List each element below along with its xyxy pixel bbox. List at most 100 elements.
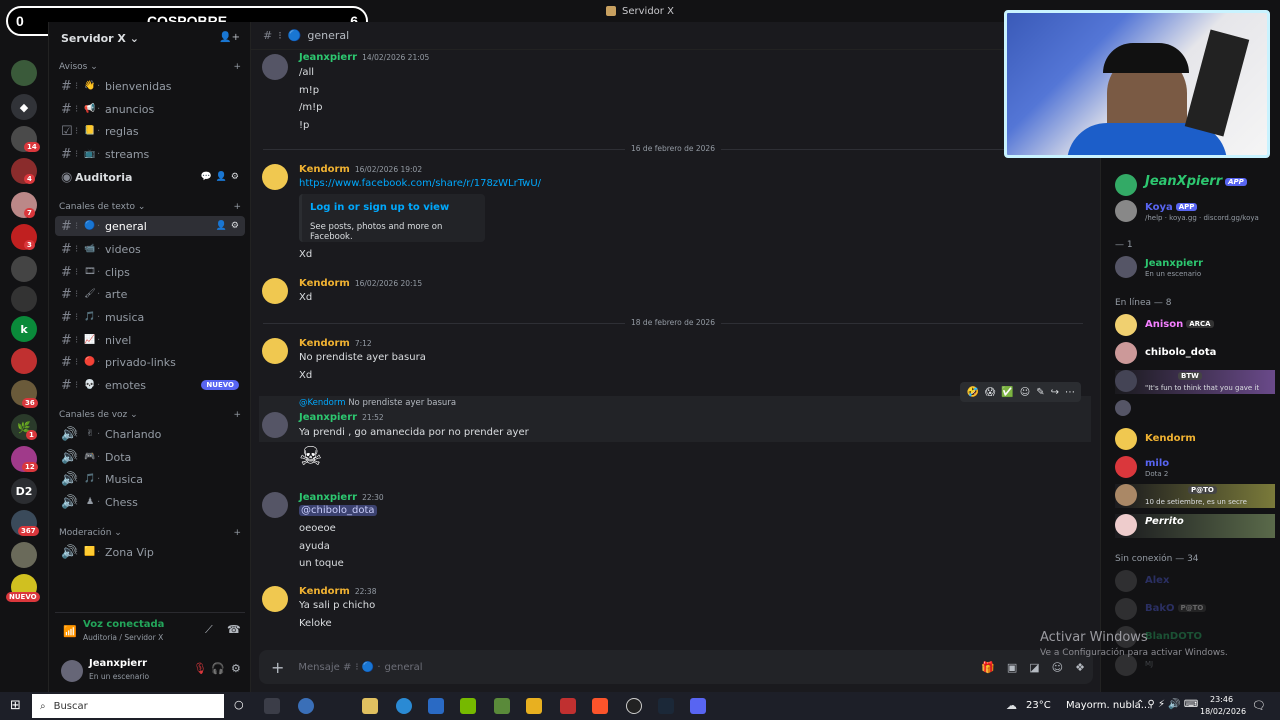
user-mention[interactable]: @chibolo_dota: [299, 505, 377, 516]
message-author[interactable]: Kendorm 22:38: [299, 586, 376, 597]
app-icon[interactable]: [298, 698, 314, 714]
nvidia-icon[interactable]: [460, 698, 476, 714]
avatar[interactable]: [61, 660, 83, 682]
member-item[interactable]: chibolo_dota: [1115, 342, 1275, 366]
channel-clips[interactable]: # ⁝ 🎞 · clips: [55, 262, 245, 282]
avatar[interactable]: [262, 586, 288, 612]
invite-icon[interactable]: 👤: [216, 172, 227, 182]
weather-icon[interactable]: ☁: [1006, 699, 1017, 712]
member-item[interactable]: [1115, 400, 1275, 424]
add-member-icon[interactable]: 👤+: [219, 32, 240, 43]
voice-channel-musica[interactable]: 🔊 ⁝ 🎵 · Musica: [55, 469, 245, 489]
server-icon[interactable]: [11, 256, 37, 282]
member-item[interactable]: Jeanxpierr En un escenario: [1115, 256, 1275, 280]
channel-anuncios[interactable]: # ⁝ 📢 · anuncios: [55, 99, 245, 119]
message-author[interactable]: Kendorm 16/02/2026 19:02: [299, 164, 422, 175]
avatar[interactable]: [262, 412, 288, 438]
voice-channel-zona-vip[interactable]: 🔊 ⁝ 🟨 · Zona Vip: [55, 542, 245, 562]
embed-title[interactable]: Log in or sign up to view: [310, 202, 449, 213]
message-author[interactable]: Jeanxpierr 21:52: [299, 412, 384, 423]
gift-icon[interactable]: 🎁: [981, 661, 995, 674]
message-hovered[interactable]: @Kendorm No prendiste ayer basura Jeanxp…: [259, 382, 1091, 442]
noise-suppression-icon[interactable]: ⟋: [205, 623, 213, 637]
category-voice[interactable]: Canales de voz ⌄ +: [59, 410, 241, 420]
store-icon[interactable]: [362, 698, 378, 714]
reply-preview[interactable]: @Kendorm No prendiste ayer basura: [299, 398, 456, 408]
add-channel-icon[interactable]: +: [233, 62, 241, 72]
member-item[interactable]: Kendorm: [1115, 428, 1275, 452]
server-icon[interactable]: k: [11, 316, 37, 342]
channel-privado-links[interactable]: # ⁝ 🔴 · privado-links: [55, 352, 245, 372]
obs-icon[interactable]: [626, 698, 642, 714]
member-item[interactable]: BTW "It's fun to think that you gave it: [1115, 370, 1275, 394]
discord-icon[interactable]: [690, 698, 706, 714]
mail-icon[interactable]: [428, 698, 444, 714]
invite-icon[interactable]: 👤: [216, 221, 227, 231]
channel-bienvenidas[interactable]: # ⁝ 👋 · bienvenidas: [55, 76, 245, 96]
channel-musica[interactable]: # ⁝ 🎵 · musica: [55, 307, 245, 327]
message-author[interactable]: Jeanxpierr 14/02/2026 21:05: [299, 52, 429, 63]
gear-icon[interactable]: ⚙: [231, 172, 239, 182]
channel-emotes[interactable]: # ⁝ 💀 · emotes NUEVO: [55, 375, 245, 395]
more-icon[interactable]: ⋯: [1065, 387, 1075, 398]
cortana-icon[interactable]: ○: [234, 698, 244, 711]
voice-location[interactable]: Auditoria / Servidor X: [83, 633, 163, 642]
member-item[interactable]: P@TO 10 de setiembre, es un secre: [1115, 484, 1275, 508]
avatar[interactable]: [262, 278, 288, 304]
tray-icons[interactable]: ⌃ ⚲ ⚡ 🔊 ⌨: [1136, 699, 1198, 710]
windows-start-icon[interactable]: ⊞: [10, 698, 21, 713]
message-composer[interactable]: + Mensaje # ⁝ 🔵 · general 🎁 ▣ ◪ ☺ ❖: [259, 650, 1093, 684]
category-avisos[interactable]: Avisos ⌄ +: [59, 62, 241, 72]
member-item[interactable]: milo Dota 2: [1115, 456, 1275, 480]
clock-date[interactable]: 18/02/2026: [1200, 707, 1246, 716]
avatar[interactable]: [262, 54, 288, 80]
voice-channel-charlando[interactable]: 🔊 ⁝ ✌ · Charlando: [55, 424, 245, 444]
add-channel-icon[interactable]: +: [233, 528, 241, 538]
reaction-check-icon[interactable]: ✅: [1001, 387, 1013, 398]
channel-nivel[interactable]: # ⁝ 📈 · nivel: [55, 330, 245, 350]
sticker[interactable]: ☠: [299, 442, 322, 472]
channel-arte[interactable]: # ⁝ 🖌 · arte: [55, 284, 245, 304]
add-attachment-icon[interactable]: +: [271, 658, 284, 677]
message-author[interactable]: Kendorm 7:12: [299, 338, 372, 349]
emoji-icon[interactable]: ☺: [1052, 661, 1063, 674]
channel-streams[interactable]: # ⁝ 📺 · streams: [55, 144, 245, 164]
add-channel-icon[interactable]: +: [233, 410, 241, 420]
brave-icon[interactable]: [592, 698, 608, 714]
message-author[interactable]: Kendorm 16/02/2026 20:15: [299, 278, 422, 289]
voice-channel-dota[interactable]: 🔊 ⁝ 🎮 · Dota: [55, 447, 245, 467]
message-author[interactable]: Jeanxpierr 22:30: [299, 492, 384, 503]
clock-time[interactable]: 23:46: [1210, 695, 1233, 704]
stage-channel-auditoria[interactable]: ◉ Auditoria 💬 👤 ⚙: [55, 167, 245, 187]
notifications-icon[interactable]: 🗨: [1252, 699, 1266, 712]
headphones-icon[interactable]: 🎧: [211, 662, 225, 675]
server-icon[interactable]: D2: [11, 478, 37, 504]
member-item[interactable]: Koya APP /help · koya.gg · discord.gg/koy…: [1115, 200, 1275, 224]
apps-icon[interactable]: ❖: [1075, 661, 1085, 674]
avatar[interactable]: [262, 338, 288, 364]
category-text[interactable]: Canales de texto ⌄ +: [59, 202, 241, 212]
disconnect-icon[interactable]: ☎: [227, 623, 241, 636]
task-view-icon[interactable]: [264, 698, 280, 714]
gear-icon[interactable]: ⚙: [231, 662, 241, 675]
member-item[interactable]: Alex: [1115, 570, 1275, 594]
avatar[interactable]: [262, 492, 288, 518]
message-link[interactable]: https://www.facebook.com/share/r/178zWLr…: [299, 178, 541, 189]
gif-icon[interactable]: ▣: [1007, 661, 1017, 674]
voice-channel-chess[interactable]: 🔊 ⁝ ♟ · Chess: [55, 492, 245, 512]
taskbar-search[interactable]: ⌕ Buscar: [32, 694, 224, 718]
avatar[interactable]: [262, 164, 288, 190]
member-item[interactable]: Perrito: [1115, 514, 1275, 538]
edit-icon[interactable]: ✎: [1036, 387, 1044, 398]
add-reaction-icon[interactable]: ☺: [1020, 387, 1030, 398]
steam-icon[interactable]: [658, 698, 674, 714]
chat-icon[interactable]: 💬: [200, 172, 211, 182]
folder-icon[interactable]: [526, 698, 542, 714]
server-icon[interactable]: [11, 286, 37, 312]
channel-general[interactable]: # ⁝ 🔵 · general 👤 ⚙: [55, 216, 245, 236]
reaction-laugh-icon[interactable]: 🤣: [966, 387, 978, 398]
sticker-icon[interactable]: ◪: [1029, 661, 1039, 674]
channel-videos[interactable]: # ⁝ 📹 · videos: [55, 239, 245, 259]
weather-temp[interactable]: 23°C: [1026, 700, 1051, 711]
server-icon[interactable]: ◆: [11, 94, 37, 120]
